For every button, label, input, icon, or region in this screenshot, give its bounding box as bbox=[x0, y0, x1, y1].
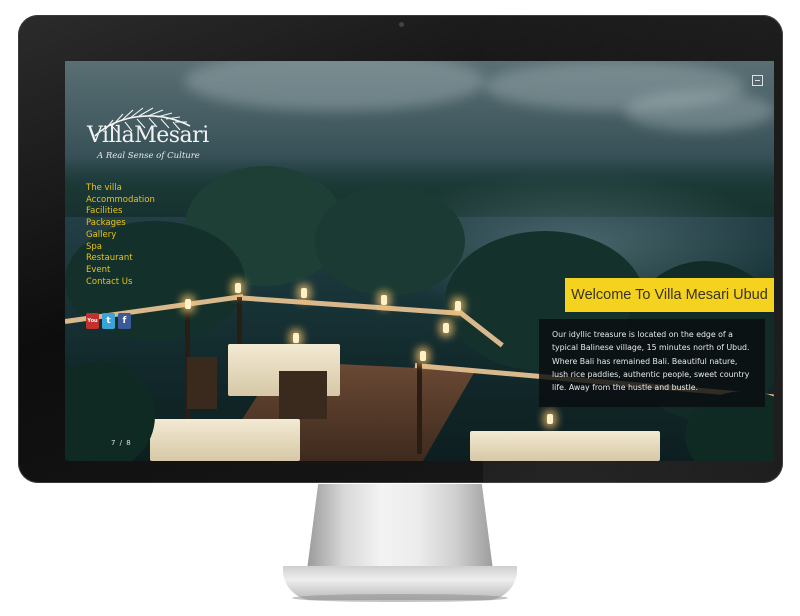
intro-text: Our idyllic treasure is located on the e… bbox=[539, 319, 765, 407]
candle-light bbox=[185, 299, 191, 309]
monitor-frame: VillaMesari A Real Sense of Culture The … bbox=[18, 15, 783, 483]
candle-light bbox=[381, 295, 387, 305]
main-menu: The villa Accommodation Facilities Packa… bbox=[86, 183, 155, 288]
tree-canopy bbox=[315, 186, 465, 296]
menu-item-facilities[interactable]: Facilities bbox=[86, 206, 155, 218]
menu-item-the-villa[interactable]: The villa bbox=[86, 183, 155, 195]
monitor-stand-neck bbox=[307, 484, 493, 570]
menu-item-restaurant[interactable]: Restaurant bbox=[86, 253, 155, 265]
slide-counter: 7 / 8 bbox=[111, 439, 132, 447]
minimize-icon[interactable] bbox=[752, 75, 763, 86]
menu-item-gallery[interactable]: Gallery bbox=[86, 230, 155, 242]
candle-light bbox=[301, 288, 307, 298]
social-links: You t f bbox=[86, 313, 131, 329]
menu-item-accommodation[interactable]: Accommodation bbox=[86, 195, 155, 207]
foreground-plant bbox=[65, 361, 155, 461]
candle-light bbox=[547, 414, 553, 424]
railing-post bbox=[417, 359, 422, 454]
menu-item-contact-us[interactable]: Contact Us bbox=[86, 277, 155, 289]
candle-light bbox=[443, 323, 449, 333]
dining-chair bbox=[279, 371, 327, 419]
welcome-title: Welcome To Villa Mesari Ubud bbox=[565, 278, 774, 312]
monitor-stand-shadow bbox=[292, 594, 508, 602]
cloud bbox=[185, 61, 485, 111]
menu-item-packages[interactable]: Packages bbox=[86, 218, 155, 230]
candle-light bbox=[420, 351, 426, 361]
cloud bbox=[625, 91, 774, 131]
dining-chair bbox=[187, 357, 217, 409]
facebook-icon[interactable]: f bbox=[118, 313, 131, 329]
brand-tagline: A Real Sense of Culture bbox=[97, 151, 200, 161]
candle-light bbox=[455, 301, 461, 311]
website-screen: VillaMesari A Real Sense of Culture The … bbox=[65, 61, 774, 461]
candle-light bbox=[293, 333, 299, 343]
menu-item-spa[interactable]: Spa bbox=[86, 242, 155, 254]
webcam-icon bbox=[399, 22, 404, 27]
dining-table bbox=[150, 419, 300, 461]
menu-item-event[interactable]: Event bbox=[86, 265, 155, 277]
twitter-icon[interactable]: t bbox=[102, 313, 115, 329]
youtube-icon[interactable]: You bbox=[86, 313, 99, 329]
dining-table bbox=[470, 431, 660, 461]
brand-name[interactable]: VillaMesari bbox=[87, 123, 209, 148]
candle-light bbox=[235, 283, 241, 293]
